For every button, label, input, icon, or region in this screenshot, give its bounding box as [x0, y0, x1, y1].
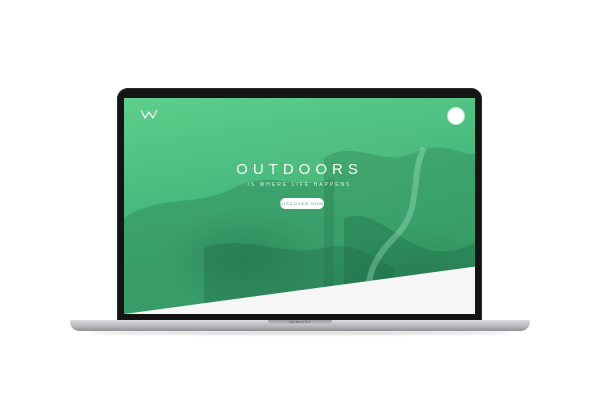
stage: OUTDOORS IS WHERE LIFE HAPPENS DISCOVER …: [0, 0, 600, 415]
menu-circle-icon[interactable]: [448, 108, 464, 124]
laptop-base-label: MacBook Pro: [289, 320, 311, 324]
laptop-screen: OUTDOORS IS WHERE LIFE HAPPENS DISCOVER …: [124, 98, 475, 314]
discover-now-button[interactable]: DISCOVER NOW: [280, 198, 324, 209]
hero-headline: OUTDOORS: [236, 161, 363, 178]
hero-subline: IS WHERE LIFE HAPPENS: [247, 182, 352, 188]
leaf-logo-icon[interactable]: [140, 108, 158, 120]
laptop-mockup: OUTDOORS IS WHERE LIFE HAPPENS DISCOVER …: [0, 0, 600, 415]
laptop-shadow: [90, 331, 510, 335]
